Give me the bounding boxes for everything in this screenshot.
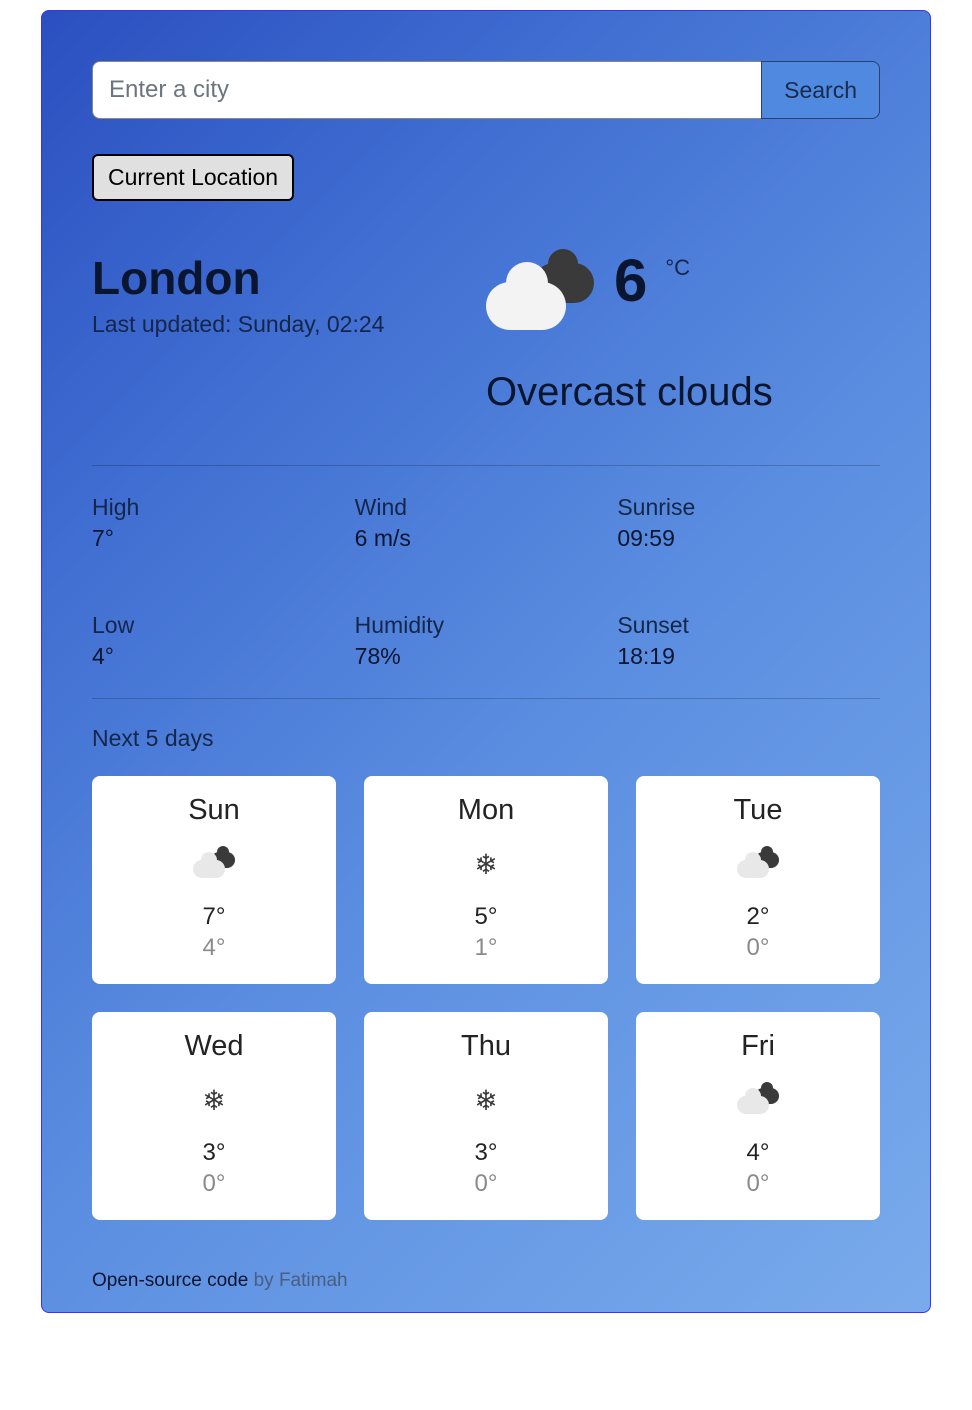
stat-value: 18:19 (617, 643, 880, 670)
forecast-card: Mon ❄ 5° 1° (364, 776, 608, 984)
forecast-high: 3° (374, 1139, 598, 1167)
stat-sunrise: Sunrise 09:59 (617, 494, 880, 552)
forecast-card: Tue 2° 0° (636, 776, 880, 984)
forecast-high: 2° (646, 903, 870, 931)
stat-humidity: Humidity 78% (355, 612, 618, 670)
stat-label: Humidity (355, 612, 618, 639)
forecast-low: 0° (374, 1170, 598, 1198)
forecast-card: Sun 7° 4° (92, 776, 336, 984)
stat-high: High 7° (92, 494, 355, 552)
cloud-icon (646, 849, 870, 881)
forecast-card: Thu ❄ 3° 0° (364, 1012, 608, 1220)
stats-grid: High 7° Wind 6 m/s Sunrise 09:59 Low 4° … (92, 465, 880, 699)
forecast-low: 4° (102, 934, 326, 962)
stat-low: Low 4° (92, 612, 355, 670)
forecast-high: 4° (646, 1139, 870, 1167)
forecast-low: 0° (646, 1170, 870, 1198)
current-conditions: 6 °C Overcast clouds (486, 251, 880, 415)
forecast-day: Wed (102, 1030, 326, 1063)
temperature-row: 6 °C (486, 251, 880, 330)
forecast-high: 5° (374, 903, 598, 931)
forecast-low: 0° (102, 1170, 326, 1198)
last-updated-time: Sunday, 02:24 (238, 311, 385, 337)
forecast-low: 0° (646, 934, 870, 962)
stat-sunset: Sunset 18:19 (617, 612, 880, 670)
city-name: London (92, 251, 486, 305)
search-button[interactable]: Search (761, 61, 880, 119)
stat-value: 4° (92, 643, 355, 670)
forecast-grid: Sun 7° 4° Mon ❄ 5° 1° Tue 2° 0° Wed (92, 776, 880, 1220)
stat-label: Sunset (617, 612, 880, 639)
cloud-icon (102, 849, 326, 881)
stat-label: Sunrise (617, 494, 880, 521)
stat-value: 78% (355, 643, 618, 670)
footer-by: by Fatimah (248, 1270, 347, 1291)
weather-app: Search Current Location London Last upda… (41, 10, 931, 1313)
last-updated: Last updated: Sunday, 02:24 (92, 311, 486, 338)
search-row: Search (92, 61, 880, 119)
forecast-high: 3° (102, 1139, 326, 1167)
forecast-day: Mon (374, 794, 598, 827)
forecast-day: Fri (646, 1030, 870, 1063)
condition-text: Overcast clouds (486, 370, 880, 415)
forecast-day: Thu (374, 1030, 598, 1063)
city-search-input[interactable] (92, 61, 761, 119)
overcast-clouds-icon (486, 255, 596, 330)
city-info: London Last updated: Sunday, 02:24 (92, 251, 486, 415)
snowflake-icon: ❄ (102, 1085, 326, 1117)
forecast-day: Sun (102, 794, 326, 827)
stat-value: 6 m/s (355, 525, 618, 552)
temperature-unit: °C (665, 255, 690, 281)
stat-label: Low (92, 612, 355, 639)
current-temperature: 6 (614, 251, 647, 311)
cloud-icon (646, 1085, 870, 1117)
forecast-low: 1° (374, 934, 598, 962)
last-updated-prefix: Last updated: (92, 311, 238, 337)
forecast-high: 7° (102, 903, 326, 931)
stat-value: 7° (92, 525, 355, 552)
current-location-button[interactable]: Current Location (92, 154, 294, 201)
stat-label: High (92, 494, 355, 521)
snowflake-icon: ❄ (374, 849, 598, 881)
current-weather-row: London Last updated: Sunday, 02:24 6 °C … (92, 251, 880, 415)
forecast-day: Tue (646, 794, 870, 827)
stat-value: 09:59 (617, 525, 880, 552)
forecast-card: Fri 4° 0° (636, 1012, 880, 1220)
stat-label: Wind (355, 494, 618, 521)
footer-code-link[interactable]: Open-source code (92, 1270, 248, 1291)
forecast-title: Next 5 days (92, 725, 880, 752)
forecast-card: Wed ❄ 3° 0° (92, 1012, 336, 1220)
footer: Open-source code by Fatimah (92, 1270, 880, 1292)
stat-wind: Wind 6 m/s (355, 494, 618, 552)
snowflake-icon: ❄ (374, 1085, 598, 1117)
